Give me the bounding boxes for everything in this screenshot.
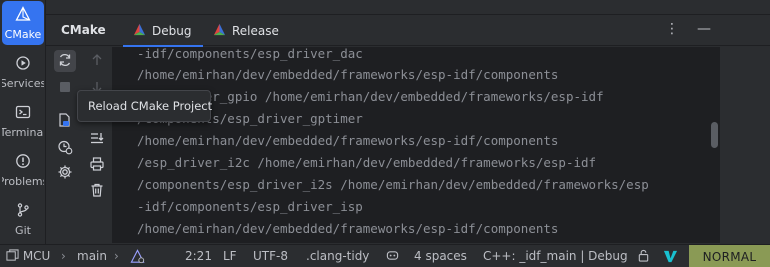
ai-assistant-icon[interactable] [386,249,399,264]
minimize-icon[interactable]: — [696,21,712,37]
sidebar-item-cmake[interactable]: CMake [2,1,44,45]
stop-icon [57,79,73,98]
more-options-icon[interactable]: ⋮ [664,21,680,37]
console-line: -idf/components/esp_driver_dac [137,47,363,61]
sidebar-item-label: Problems [2,175,44,188]
file-encoding[interactable]: UTF-8 [253,249,288,264]
scroll-to-end-icon [89,130,105,149]
project-name: MCU [22,249,51,263]
reload-tooltip: Reload CMake Project [77,90,212,122]
sidebar-item-terminal[interactable]: Terminal [2,99,44,143]
scroll-up-button[interactable] [86,50,108,72]
status-bar: MCU › main › 2:21 LF UTF-8 .clang-tidy 4… [0,244,770,267]
tool-window-header: CMake Debug Release ⋮ — [46,14,770,47]
console-line: /home/emirhan/dev/embedded/frameworks/es… [137,133,559,148]
caret-position[interactable]: 2:21 [185,249,212,264]
console-line: /home/emirhan/dev/embedded/frameworks/es… [137,221,559,236]
tab-release[interactable]: Release [213,15,293,46]
gear-icon [57,164,73,183]
lock-file-icon [57,112,73,131]
chevron-right-icon: › [61,249,66,263]
clear-all-button[interactable] [86,180,108,202]
language-context[interactable]: C++: _idf_main | Debug [483,249,628,264]
scroll-to-end-button[interactable] [86,128,108,150]
scrollbar-thumb[interactable] [711,122,718,148]
reload-cmake-button[interactable] [54,50,76,72]
print-button[interactable] [86,154,108,176]
tab-label: Debug [152,23,192,38]
console-line: /home/emirhan/dev/embedded/frameworks/es… [137,67,559,82]
sidebar-item-label: Git [15,224,31,237]
git-branch-icon [15,202,31,221]
tab-debug[interactable]: Debug [123,15,203,47]
cmake-target-icon[interactable] [130,249,145,265]
formatter-config[interactable]: .clang-tidy [306,249,369,264]
cmake-triangle-icon [133,23,146,39]
line-ending[interactable]: LF [223,249,237,264]
console-scrollbar[interactable] [708,47,720,243]
trash-icon [89,182,105,201]
tool-strip: CMake Services Terminal Problems Git [0,0,46,244]
reload-icon [57,52,73,71]
problems-warning-icon [15,153,31,172]
branch-name[interactable]: main [77,249,107,264]
cmake-triangle-icon [15,6,31,25]
cmake-triangle-icon [213,23,226,39]
console-line: /esp_driver_i2c /home/emirhan/dev/embedd… [137,155,597,170]
square-stack-icon [6,249,19,263]
services-play-icon [15,55,31,74]
cmake-settings-button[interactable] [54,162,76,184]
sidebar-item-services[interactable]: Services [2,50,44,94]
sidebar-item-git[interactable]: Git [2,197,44,241]
terminal-icon [15,104,31,123]
arrow-up-icon [89,52,105,71]
sidebar-item-label: Services [2,77,44,90]
cmake-cache-button[interactable] [54,110,76,132]
console-line: -idf/components/esp_driver_isp [137,199,363,214]
printer-icon [89,156,105,175]
sidebar-item-label: CMake [4,28,42,41]
tab-label: Release [232,23,279,38]
lock-icon[interactable] [637,249,650,264]
vim-mode-badge[interactable]: NORMAL [689,245,770,267]
sidebar-item-label: Terminal [2,126,44,139]
reset-cache-button[interactable] [54,137,76,159]
sidebar-item-problems[interactable]: Problems [2,148,44,192]
console-line: /components/esp_driver_i2s /home/emirhan… [137,177,649,192]
indent-setting[interactable]: 4 spaces [414,249,467,264]
clock-refresh-icon [57,139,73,158]
cmake-console-output[interactable]: -idf/components/esp_driver_dac /home/emi… [112,47,708,243]
chevron-right-icon: › [114,249,119,263]
project-widget[interactable]: MCU [6,249,50,264]
tool-window-title: CMake [61,23,106,37]
stop-button[interactable] [54,77,76,99]
vim-logo-icon[interactable] [663,249,678,265]
